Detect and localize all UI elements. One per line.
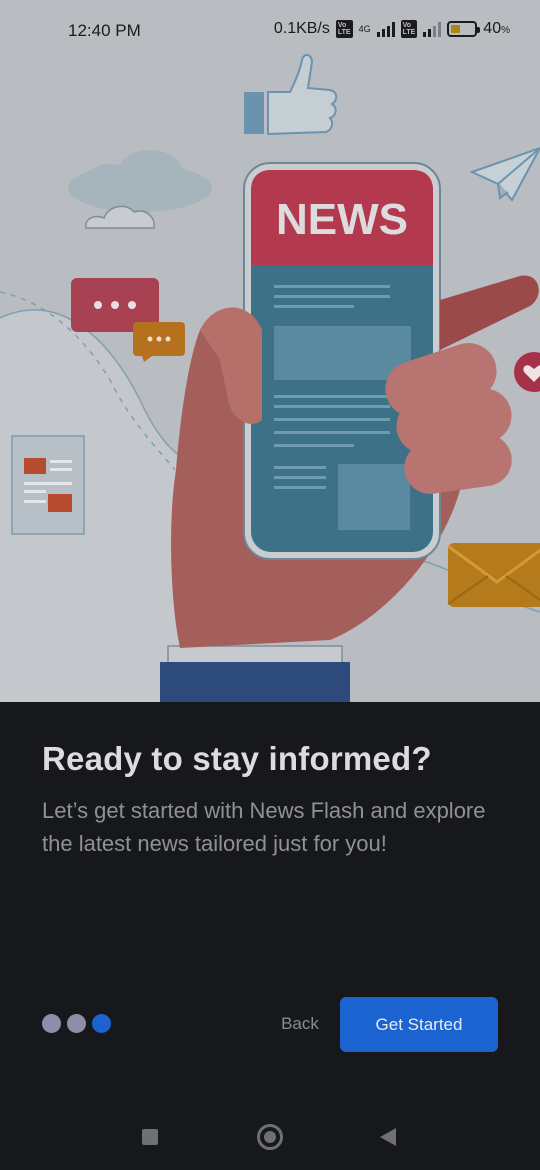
- signal-weak-icon: [423, 21, 442, 37]
- battery-icon: [447, 21, 481, 37]
- cloud-icon: [68, 150, 212, 229]
- back-button[interactable]: Back: [262, 1006, 338, 1042]
- onboarding-headline: Ready to stay informed?: [42, 740, 432, 777]
- status-indicators: 0.1KB/s Vo LTE 4G Vo LTE 40%: [274, 20, 510, 38]
- onboarding-panel: Ready to stay informed? Let’s get starte…: [0, 702, 540, 1170]
- page-dot-3: [92, 1014, 111, 1033]
- phone-news-title: NEWS: [276, 195, 408, 244]
- battery-percent: 40%: [483, 20, 510, 37]
- onboarding-subtitle: Let’s get started with News Flash and ex…: [42, 798, 486, 856]
- home-circle-icon[interactable]: [257, 1124, 283, 1150]
- status-bar: 12:40 PM 0.1KB/s Vo LTE 4G Vo LTE 40%: [0, 0, 540, 62]
- onboarding-illustration: NEWS: [0, 0, 540, 702]
- volte-icon-2: Vo LTE: [400, 20, 418, 38]
- page-dot-1: [42, 1014, 61, 1033]
- index-finger: [440, 275, 539, 350]
- signal-icon: [376, 21, 395, 37]
- system-navigation-bar: [0, 1108, 540, 1170]
- paper-plane-icon: [469, 146, 540, 202]
- page-indicator: [42, 1014, 111, 1033]
- back-triangle-icon[interactable]: [380, 1128, 396, 1146]
- document-icon: [11, 435, 85, 535]
- get-started-button[interactable]: Get Started: [340, 997, 498, 1052]
- envelope-icon: [447, 543, 540, 607]
- page-dot-2: [67, 1014, 86, 1033]
- thumbs-up-icon: [244, 54, 338, 136]
- network-speed: 0.1KB/s: [273, 20, 330, 37]
- square-recents-icon[interactable]: [142, 1129, 158, 1145]
- volte-icon: Vo LTE: [335, 20, 353, 38]
- sleeve: [160, 662, 350, 702]
- news-hand-phone-illustration: NEWS: [0, 54, 540, 702]
- heart-icon: [514, 352, 540, 392]
- status-time: 12:40 PM: [68, 21, 141, 40]
- network-type: 4G: [358, 23, 371, 34]
